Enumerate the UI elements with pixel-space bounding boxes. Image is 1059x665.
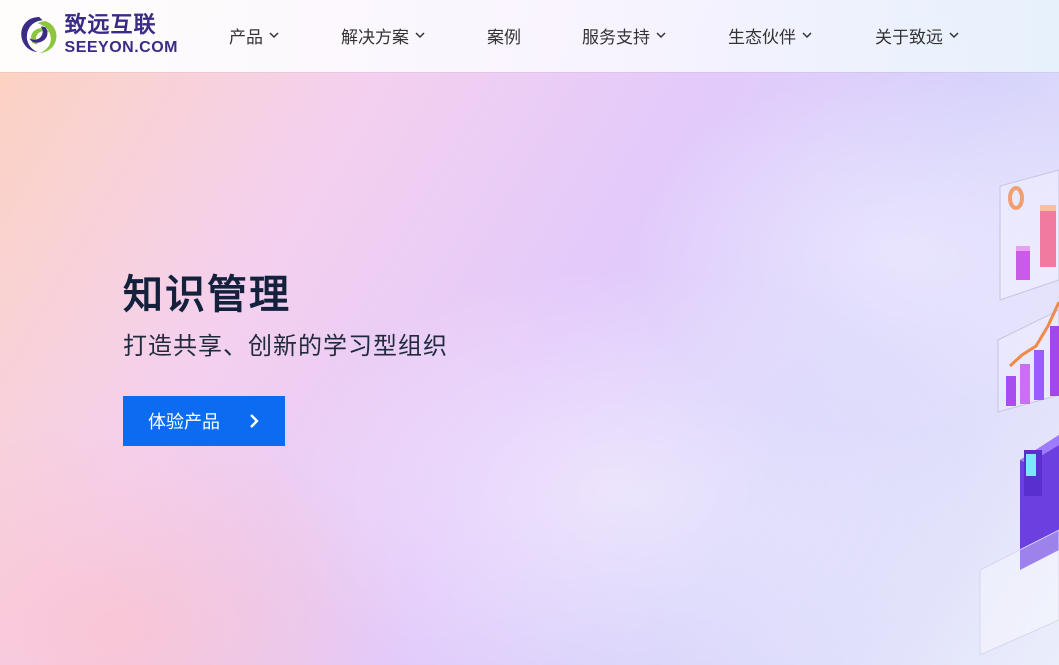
- try-product-label: 体验产品: [148, 412, 220, 433]
- nav-item-label: 产品: [229, 27, 263, 48]
- chevron-right-icon: [250, 414, 259, 428]
- top-header: 致远互联 SEEYON.COM 产品 解决方案 案例 服务支持 生态伙伴 关于致…: [0, 0, 1059, 72]
- chevron-down-icon: [656, 32, 666, 39]
- nav-item-solutions[interactable]: 解决方案: [341, 22, 426, 48]
- nav-item-label: 生态伙伴: [728, 27, 796, 48]
- main-nav: 产品 解决方案 案例 服务支持 生态伙伴 关于致远: [0, 0, 1059, 72]
- try-product-button[interactable]: 体验产品: [123, 396, 285, 446]
- dashboard-illustration: [979, 169, 1059, 656]
- nav-item-partners[interactable]: 生态伙伴: [728, 22, 813, 48]
- nav-item-label: 关于致远: [875, 27, 943, 48]
- nav-item-about[interactable]: 关于致远: [875, 22, 960, 48]
- hero-subtitle: 打造共享、创新的学习型组织: [123, 332, 448, 360]
- nav-item-label: 解决方案: [341, 27, 409, 48]
- nav-item-label: 案例: [487, 27, 521, 48]
- chevron-down-icon: [949, 32, 959, 39]
- nav-item-support[interactable]: 服务支持: [582, 22, 667, 48]
- chevron-down-icon: [802, 32, 812, 39]
- nav-item-cases[interactable]: 案例: [487, 22, 521, 48]
- chevron-down-icon: [415, 32, 425, 39]
- nav-item-label: 服务支持: [582, 27, 650, 48]
- hero-title: 知识管理: [123, 272, 291, 318]
- nav-item-products[interactable]: 产品: [229, 22, 280, 48]
- hero-background: [0, 72, 1059, 665]
- chevron-down-icon: [269, 32, 279, 39]
